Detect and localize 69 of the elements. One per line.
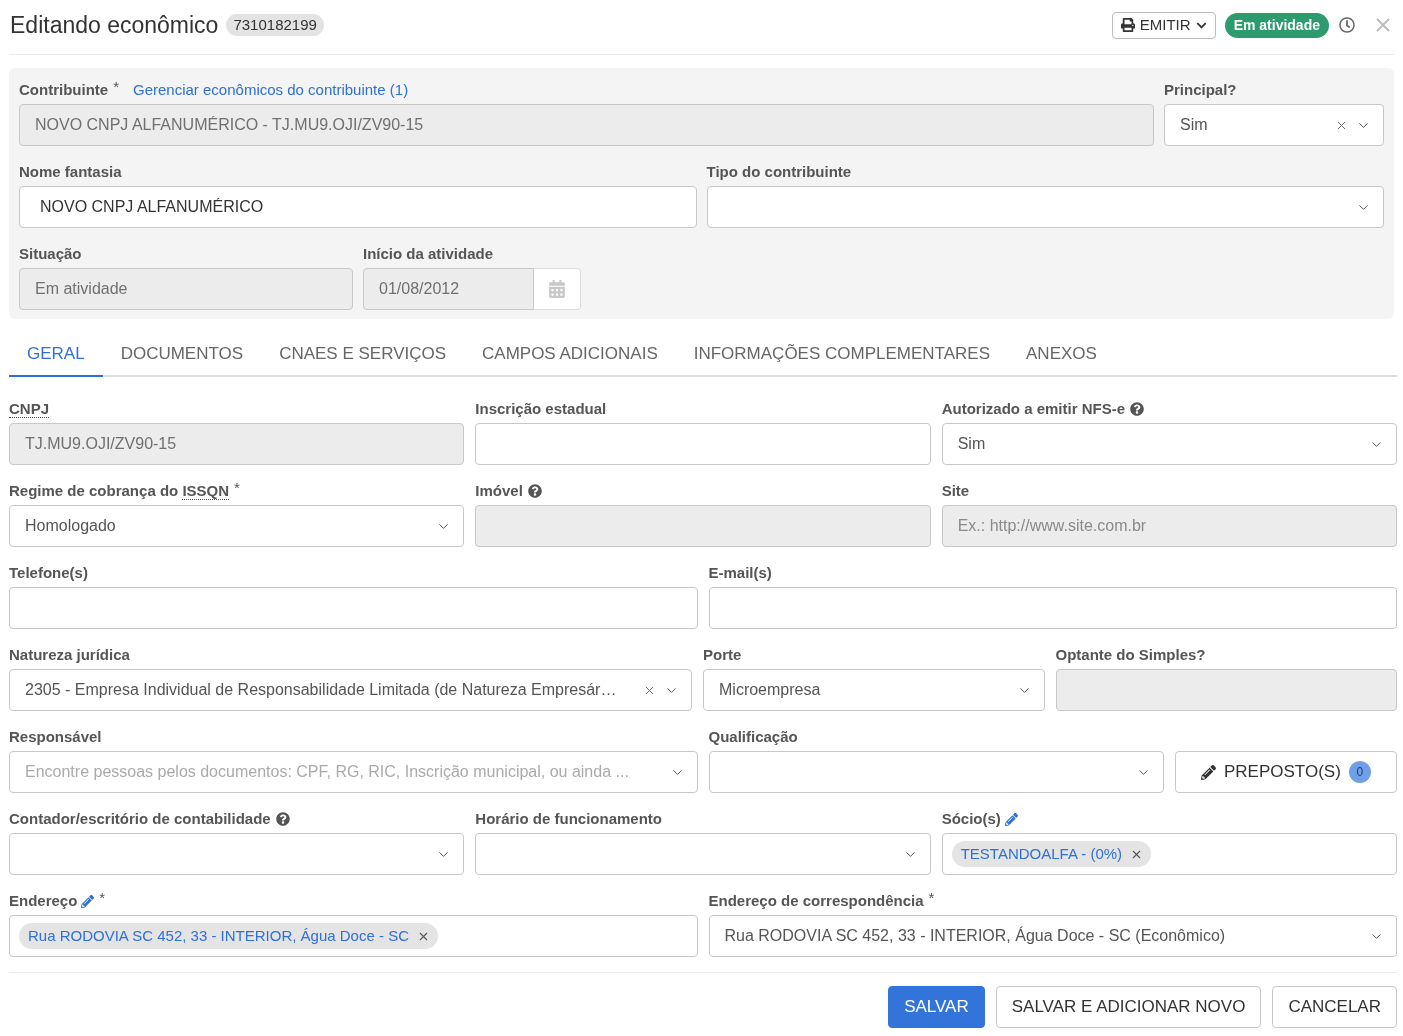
- field-label: Site: [941, 481, 970, 501]
- select-field[interactable]: Rua RODOVIA SC 452, 33 - INTERIOR, Água Doce - SC (Econômico): [708, 915, 1397, 957]
- tab[interactable]: CAMPOS ADICIONAIS: [464, 333, 676, 377]
- select-field[interactable]: [706, 186, 1384, 228]
- text-field[interactable]: NOVO CNPJ ALFANUMÉRICO: [19, 186, 697, 228]
- field-label: Qualificação: [708, 727, 798, 747]
- field-label: Telefone(s): [9, 563, 88, 583]
- printer-icon: [1120, 18, 1135, 32]
- help-icon[interactable]: [275, 812, 290, 826]
- select-field[interactable]: [708, 751, 1164, 793]
- status-badge: Em atividade: [1224, 12, 1329, 38]
- text-field[interactable]: [475, 423, 931, 465]
- tab[interactable]: CNAES E SERVIÇOS: [261, 333, 465, 377]
- text-field[interactable]: [9, 587, 698, 629]
- field-label: Optante do Simples?: [1055, 645, 1206, 665]
- field-label: Natureza jurídica: [9, 645, 130, 665]
- field-label: Nome fantasia: [19, 162, 122, 182]
- tab[interactable]: GERAL: [9, 333, 103, 377]
- required-asterisk: *: [113, 80, 119, 94]
- required-asterisk: *: [928, 891, 935, 905]
- clock-icon[interactable]: [1339, 17, 1355, 33]
- select-field[interactable]: 2305 - Empresa Individual de Responsabilidade Limitada (de Natureza Empresár…: [9, 669, 692, 711]
- select-field[interactable]: [475, 833, 931, 875]
- footer-button[interactable]: SALVAR E ADICIONAR NOVO: [995, 986, 1262, 1028]
- count-badge: 0: [1348, 761, 1371, 783]
- select-field[interactable]: Sim: [1164, 104, 1384, 146]
- field-label: Imóvel: [475, 481, 523, 501]
- preposto-button[interactable]: PREPOSTO(S) 0: [1174, 751, 1397, 793]
- tag-input-field[interactable]: Rua RODOVIA SC 452, 33 - INTERIOR, Água Doce - SC: [9, 915, 698, 957]
- tab[interactable]: INFORMAÇÕES COMPLEMENTARES: [675, 333, 1008, 377]
- text-field[interactable]: [708, 587, 1397, 629]
- help-icon[interactable]: [1130, 402, 1144, 416]
- footer-button[interactable]: CANCELAR: [1272, 986, 1397, 1028]
- tag-chip[interactable]: Rua RODOVIA SC 452, 33 - INTERIOR, Água Doce - SC: [19, 923, 438, 949]
- pencil-icon[interactable]: [81, 894, 95, 908]
- pencil-icon[interactable]: [1004, 812, 1018, 826]
- field-label: Início da atividade: [363, 244, 494, 264]
- select-field[interactable]: Microempresa: [703, 669, 1045, 711]
- field-label: E-mail(s): [708, 563, 772, 583]
- field-label: Horário de funcionamento: [475, 809, 662, 829]
- select-field[interactable]: Sim: [941, 423, 1397, 465]
- record-number-badge: 7310182199: [226, 14, 324, 36]
- field-label: Situação: [19, 244, 82, 264]
- footer-button[interactable]: SALVAR: [888, 986, 985, 1028]
- pencil-icon: [1201, 764, 1216, 780]
- field-label: Principal?: [1164, 80, 1237, 100]
- field-label: Sócio(s): [941, 809, 1001, 829]
- field-label: Responsável: [9, 727, 102, 747]
- field-label: Endereço: [9, 891, 78, 911]
- tab[interactable]: ANEXOS: [1008, 333, 1115, 377]
- tag-input-field[interactable]: TESTANDOALFA - (0%): [941, 833, 1397, 875]
- page-title: Editando econômico: [10, 10, 219, 40]
- required-asterisk: *: [234, 481, 240, 495]
- emit-button[interactable]: EMITIR: [1111, 11, 1216, 39]
- field-label: Inscrição estadual: [475, 399, 607, 419]
- field-label: Contribuinte: [19, 80, 109, 100]
- select-field[interactable]: [9, 833, 465, 875]
- field-label: Tipo do contribuinte: [706, 162, 852, 182]
- tab[interactable]: DOCUMENTOS: [102, 333, 262, 377]
- field-label: CNPJ: [9, 399, 49, 419]
- calendar-icon: [549, 280, 565, 298]
- required-asterisk: *: [99, 891, 106, 905]
- field-label: Contador/escritório de contabilidade: [9, 809, 271, 829]
- tag-chip[interactable]: TESTANDOALFA - (0%): [951, 841, 1152, 867]
- field-label: Endereço de correspondência: [708, 891, 924, 911]
- field-label: Regime de cobrança do ISSQN: [9, 481, 230, 501]
- field-label: Porte: [703, 645, 742, 665]
- field-label: Autorizado a emitir NFS-e: [941, 399, 1125, 419]
- select-field[interactable]: Homologado: [9, 505, 465, 547]
